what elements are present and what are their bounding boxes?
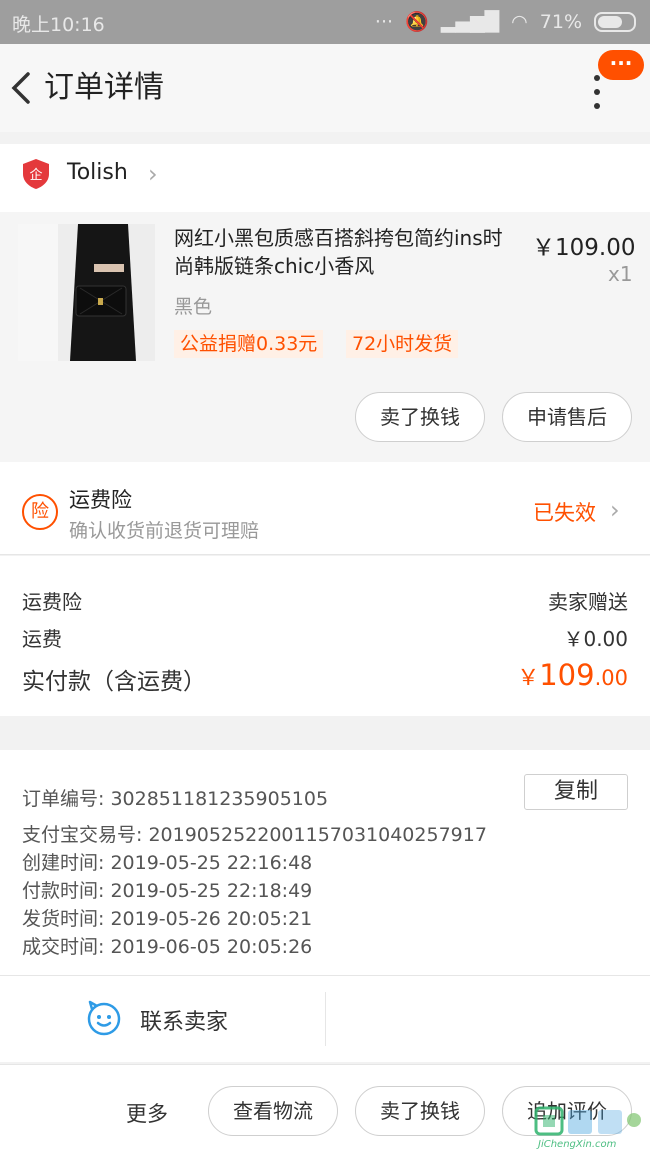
info-label: 发货时间: [22, 908, 105, 930]
total-amount: ￥109.00 [517, 658, 628, 692]
contact-seller-bar: 联系卖家 [0, 976, 650, 1062]
more-button[interactable]: 更多 [126, 1098, 168, 1128]
fee-label: 运费 [22, 627, 62, 651]
fee-value: 卖家赠送 [548, 590, 628, 614]
insurance-icon: 险 [22, 494, 58, 530]
divider [325, 992, 326, 1046]
enterprise-shield-icon: 企 [23, 159, 49, 189]
shipping-tag: 72小时发货 [346, 330, 459, 358]
copy-button[interactable]: 复制 [524, 774, 628, 810]
total-int: 109 [539, 658, 595, 692]
shipping-insurance-row[interactable]: 险 运费险 确认收货前退货可理赔 已失效 › [0, 462, 650, 555]
info-value: 2019-05-26 20:05:21 [110, 908, 313, 930]
chevron-right-icon: › [610, 496, 620, 524]
battery-percent: 71% [539, 10, 582, 33]
chat-face-icon[interactable] [86, 1000, 122, 1036]
shop-badge-char: 企 [29, 167, 42, 183]
product-image[interactable] [18, 224, 155, 361]
wifi-icon: ◠ [511, 10, 528, 33]
info-value: 2019052522001157031040257917 [148, 824, 487, 846]
chevron-right-icon: › [148, 160, 158, 188]
view-logistics-button[interactable]: 查看物流 [208, 1086, 338, 1136]
shipped-time-row: 发货时间: 2019-05-26 20:05:21 [22, 904, 312, 931]
total-currency: ￥ [517, 666, 540, 691]
info-value: 2019-05-25 22:18:49 [110, 880, 313, 902]
info-value: 2019-05-25 22:16:48 [110, 852, 313, 874]
order-info: 订单编号: 302851181235905105 复制 支付宝交易号: 2019… [0, 750, 650, 976]
message-badge[interactable]: ··· [598, 50, 644, 80]
info-label: 付款时间: [22, 880, 105, 902]
status-bar: 晚上10:16 ··· 🔕 ▂▄▆█ ◠ 71% [0, 0, 650, 44]
info-label: 支付宝交易号: [22, 824, 143, 846]
info-label: 订单编号: [22, 788, 105, 810]
sell-for-cash-button[interactable]: 卖了换钱 [355, 392, 485, 442]
fee-label: 运费险 [22, 590, 82, 614]
info-label: 成交时间: [22, 936, 105, 958]
insurance-title: 运费险 [69, 488, 132, 512]
info-value: 2019-06-05 20:05:26 [110, 936, 313, 958]
page-title: 订单详情 [44, 70, 164, 105]
total-dec: .00 [594, 666, 628, 690]
fee-value: ￥0.00 [563, 627, 628, 651]
bell-off-icon: 🔕 [405, 11, 429, 33]
insurance-status: 已失效 [533, 501, 596, 525]
shop-name: Tolish [67, 160, 128, 185]
product-price: ￥109.00 [532, 235, 636, 261]
order-number-row: 订单编号: 302851181235905105 [22, 784, 328, 811]
product-sku: 黑色 [174, 296, 213, 318]
paid-time-row: 付款时间: 2019-05-25 22:18:49 [22, 876, 312, 903]
back-arrow-icon[interactable] [8, 66, 38, 110]
order-number: 302851181235905105 [110, 788, 329, 810]
status-icons: ··· 🔕 ▂▄▆█ ◠ 71% [375, 10, 636, 33]
info-label: 创建时间: [22, 852, 105, 874]
apply-after-sale-button[interactable]: 申请售后 [502, 392, 632, 442]
more-vertical-icon[interactable] [590, 72, 604, 112]
status-time: 晚上10:16 [12, 14, 105, 36]
alipay-trade-row: 支付宝交易号: 2019052522001157031040257917 [22, 820, 487, 847]
product-qty: x1 [608, 262, 633, 286]
charity-tag: 公益捐赠0.33元 [174, 330, 324, 358]
battery-icon [594, 11, 636, 32]
header: 订单详情 ··· [0, 44, 650, 132]
watermark-logo: JiChengXin.com [534, 1106, 641, 1150]
more-dots-icon: ··· [374, 10, 394, 33]
signal-icon: ▂▄▆█ [440, 10, 500, 33]
completed-time-row: 成交时间: 2019-06-05 20:05:26 [22, 932, 312, 959]
contact-seller-button[interactable]: 联系卖家 [140, 1004, 228, 1036]
shop-row[interactable]: 企 Tolish › [0, 144, 650, 212]
sell-for-cash-button[interactable]: 卖了换钱 [355, 1086, 485, 1136]
created-time-row: 创建时间: 2019-05-25 22:16:48 [22, 848, 312, 875]
product-card[interactable]: 网红小黑包质感百搭斜挎包简约ins时尚韩版链条chic小香风 ￥109.00 x… [0, 212, 650, 462]
bottom-action-bar: 更多 查看物流 卖了换钱 追加评价 JiChengXin.com [0, 1064, 650, 1156]
insurance-subtitle: 确认收货前退货可理赔 [69, 520, 260, 542]
product-title[interactable]: 网红小黑包质感百搭斜挎包简约ins时尚韩版链条chic小香风 [174, 224, 514, 280]
watermark-text: JiChengXin.com [536, 1139, 617, 1150]
fee-summary: 运费险 卖家赠送 运费 ￥0.00 实付款（含运费） ￥109.00 [0, 556, 650, 716]
total-label: 实付款（含运费） [22, 669, 206, 695]
